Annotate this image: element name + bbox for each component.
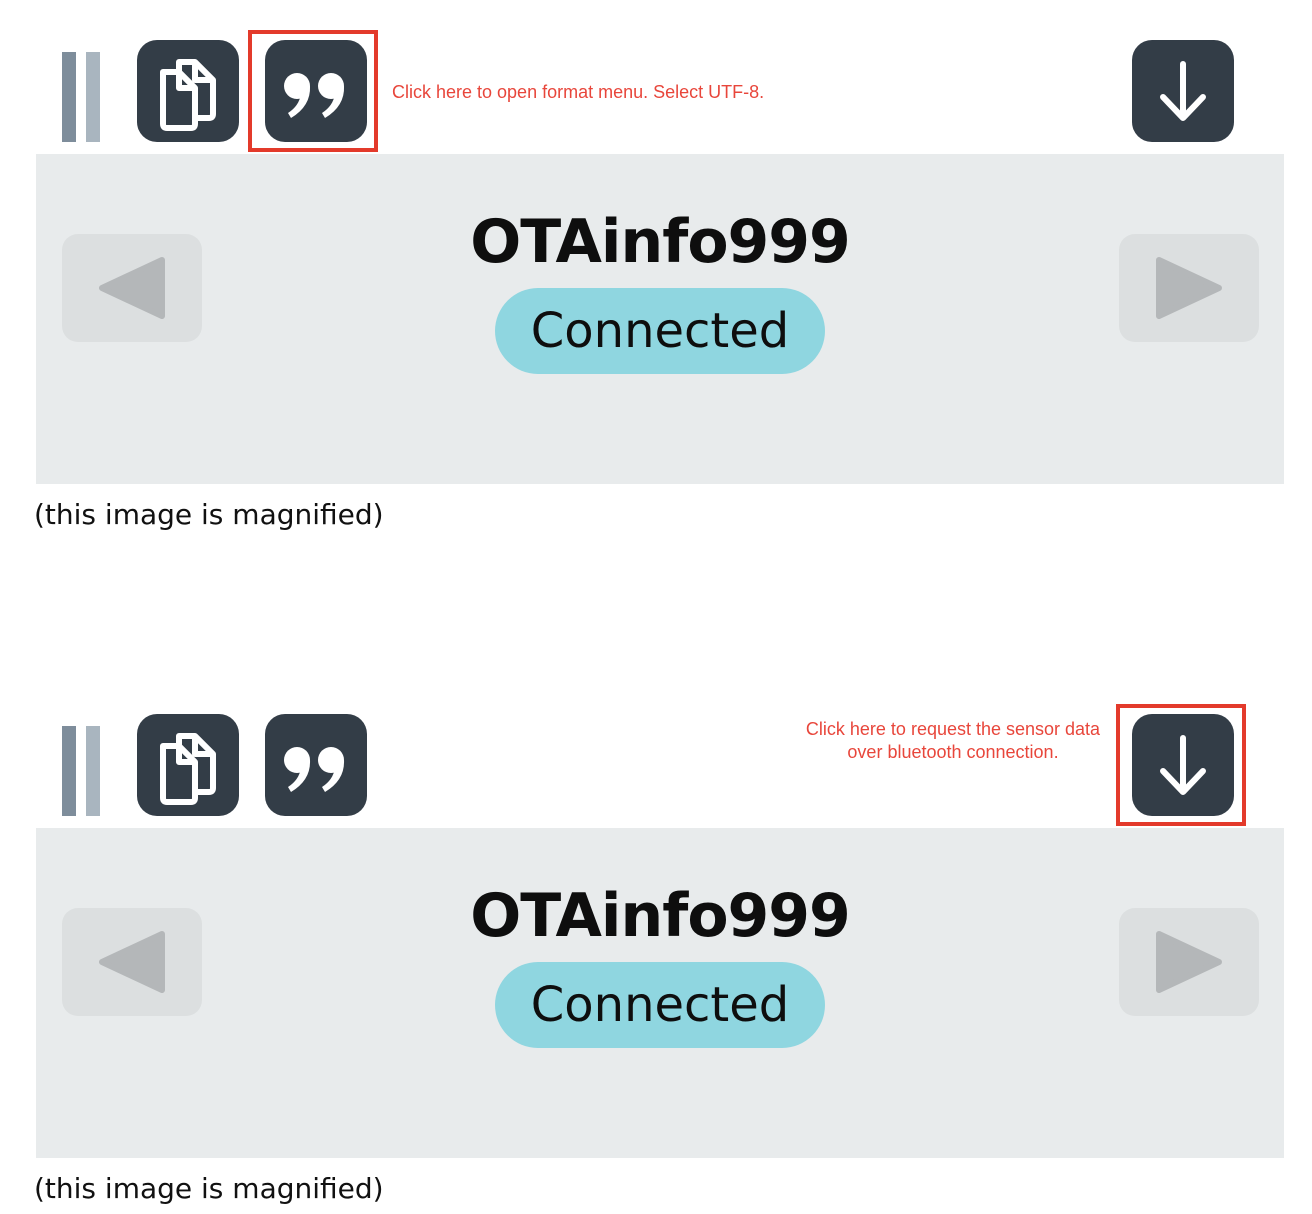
- pause-icon[interactable]: [62, 52, 102, 142]
- triangle-right-icon: [1156, 257, 1222, 319]
- device-name: OTAinfo999: [470, 881, 851, 951]
- download-button[interactable]: [1132, 714, 1234, 816]
- pause-icon[interactable]: [62, 726, 102, 816]
- caption: (this image is magnified): [34, 1172, 384, 1205]
- copy-documents-icon: [160, 59, 216, 131]
- pause-bar-left: [62, 52, 76, 142]
- download-button[interactable]: [1132, 40, 1234, 142]
- connection-status-badge: Connected: [495, 962, 825, 1048]
- download-arrow-icon: [1160, 61, 1206, 121]
- next-device-button[interactable]: [1119, 234, 1259, 342]
- copy-button[interactable]: [137, 714, 239, 816]
- next-device-button[interactable]: [1119, 908, 1259, 1016]
- annotation-note: Click here to open format menu. Select U…: [392, 82, 765, 102]
- highlight-box-format-button: [248, 30, 378, 152]
- pause-bar-right: [86, 726, 100, 816]
- quote-icon: [284, 747, 345, 792]
- format-button[interactable]: [265, 714, 367, 816]
- triangle-right-icon: [1156, 931, 1222, 993]
- annotation-note: Click here to request the sensor data ov…: [805, 719, 1101, 762]
- pause-bar-left: [62, 726, 76, 816]
- download-arrow-icon: [1160, 735, 1206, 795]
- device-name: OTAinfo999: [470, 207, 851, 277]
- pause-bar-right: [86, 52, 100, 142]
- screenshot-panel-format: Click here to open format menu. Select U…: [0, 0, 1312, 540]
- screenshot-panel-download: Click here to request the sensor data ov…: [0, 674, 1312, 1214]
- connection-status-badge: Connected: [495, 288, 825, 374]
- device-card: OTAinfo999 Connected: [36, 154, 1284, 484]
- copy-button[interactable]: [137, 40, 239, 142]
- copy-documents-icon: [160, 733, 216, 805]
- device-card: OTAinfo999 Connected: [36, 828, 1284, 1158]
- caption: (this image is magnified): [34, 498, 384, 531]
